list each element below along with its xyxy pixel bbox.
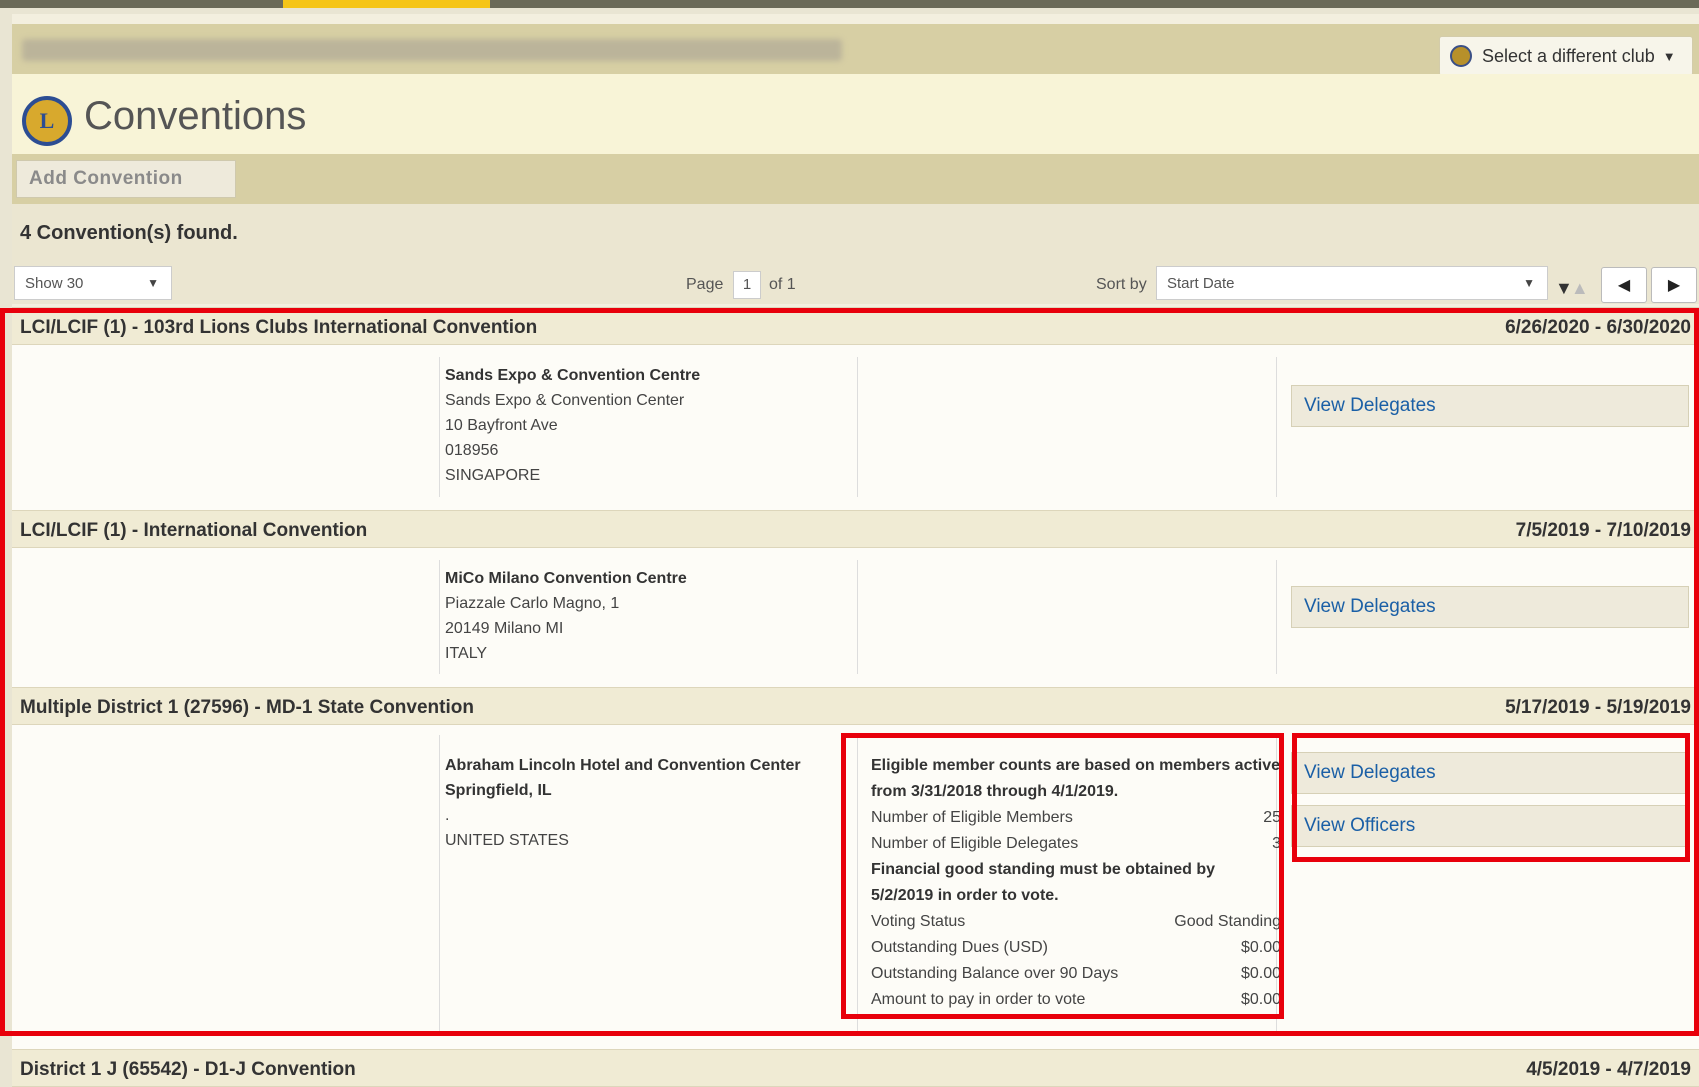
top-accent-bar [0,0,1699,8]
standing-note: Financial good standing must be obtained… [871,861,1216,904]
venue-city: Springfield, IL [445,782,552,799]
view-officers-button[interactable]: View Officers [1291,805,1689,847]
club-name-redacted [22,39,842,61]
eligibility-value: Good Standing [1174,913,1281,930]
eligibility-note: Eligible member counts are based on memb… [871,757,1281,800]
column-divider [857,560,858,674]
view-delegates-button[interactable]: View Delegates [1291,586,1689,628]
convention-header: LCI/LCIF (1) - International Convention … [12,510,1699,548]
address-line: 10 Bayfront Ave [445,417,558,434]
column-divider [857,735,858,1033]
address-line: Piazzale Carlo Magno, 1 [445,595,620,612]
sort-desc-icon[interactable]: ▼▲ [1555,278,1589,299]
next-page-icon: ▶ [1667,277,1681,294]
view-delegates-button[interactable]: View Delegates [1291,752,1689,794]
eligibility-value: $0.00 [1240,991,1281,1008]
venue-address: MiCo Milano Convention Centre Piazzale C… [445,566,687,666]
eligibility-label: Outstanding Dues (USD) [871,939,1048,956]
chevron-down-icon: ▼ [147,276,159,290]
select-club-label: Select a different club [1482,45,1655,66]
venue-name: Abraham Lincoln Hotel and Convention Cen… [445,757,801,774]
eligibility-value: $0.00 [1240,939,1281,956]
eligibility-label: Outstanding Balance over 90 Days [871,965,1119,982]
convention-header: District 1 J (65542) - D1-J Convention 4… [12,1049,1699,1087]
convention-header: LCI/LCIF (1) - 103rd Lions Clubs Interna… [12,307,1699,345]
lions-emblem-icon [1450,45,1472,67]
chevron-down-icon: ▼ [1662,48,1676,64]
page-number-input[interactable]: 1 [733,271,761,299]
address-line: 018956 [445,442,499,459]
column-divider [439,357,440,497]
active-nav-tab-indicator [283,0,490,8]
convention-details: MiCo Milano Convention Centre Piazzale C… [12,548,1699,687]
prev-page-icon: ◀ [1617,277,1631,294]
convention-name: LCI/LCIF (1) - 103rd Lions Clubs Interna… [20,317,538,338]
eligibility-row: Amount to pay in order to vote $0.00 [871,987,1281,1013]
eligibility-label: Number of Eligible Members [871,809,1073,826]
eligibility-label: Amount to pay in order to vote [871,991,1086,1008]
address-line: SINGAPORE [445,467,541,484]
convention-dates: 4/5/2019 - 4/7/2019 [1526,1059,1691,1080]
eligibility-value: 25 [1263,809,1281,826]
eligibility-label: Voting Status [871,913,966,930]
view-delegates-button[interactable]: View Delegates [1291,385,1689,427]
sort-select[interactable]: Start Date ▼ [1156,266,1548,300]
select-club-button[interactable]: Select a different club ▼ [1439,36,1693,76]
results-count-bar: 4 Convention(s) found. [12,204,1699,255]
address-line: . [445,807,450,824]
eligibility-row: Outstanding Balance over 90 Days $0.00 [871,961,1281,987]
title-bar: L Conventions [12,74,1699,154]
convention-dates: 6/26/2020 - 6/30/2020 [1505,317,1691,338]
convention-details: Sands Expo & Convention Centre Sands Exp… [12,345,1699,510]
column-divider [857,357,858,497]
eligibility-row: Outstanding Dues (USD) $0.00 [871,935,1281,961]
pager-bar: Show 30 ▼ Page 1 of 1 Sort by Start Date… [12,254,1699,304]
venue-name: Sands Expo & Convention Centre [445,367,701,384]
page-title: Conventions [84,94,307,138]
club-bar: Select a different club ▼ [12,24,1699,76]
eligibility-label: Number of Eligible Delegates [871,835,1079,852]
sort-select-value: Start Date [1167,274,1235,292]
eligibility-row: Number of Eligible Delegates 3 [871,831,1281,857]
eligibility-value: 3 [1272,835,1281,852]
page-size-select[interactable]: Show 30 ▼ [14,266,172,300]
eligibility-panel: Eligible member counts are based on memb… [871,753,1281,1013]
sort-by-label: Sort by [1096,276,1147,293]
column-divider [439,560,440,674]
page-container: Select a different club ▼ L Conventions … [12,14,1699,1087]
address-line: ITALY [445,645,488,662]
action-bar: Add Convention [12,154,1699,204]
next-page-button[interactable]: ▶ [1651,267,1697,303]
eligibility-row: Number of Eligible Members 25 [871,805,1281,831]
prev-page-button[interactable]: ◀ [1601,267,1647,303]
address-line: UNITED STATES [445,832,569,849]
convention-name: District 1 J (65542) - D1-J Convention [20,1059,356,1080]
chevron-down-icon: ▼ [1523,276,1535,290]
page-of-label: of 1 [769,276,796,293]
venue-address: Abraham Lincoln Hotel and Convention Cen… [445,753,801,853]
convention-details: Abraham Lincoln Hotel and Convention Cen… [12,725,1699,1049]
lions-emblem-icon: L [22,96,72,146]
column-divider [1276,357,1277,497]
convention-dates: 5/17/2019 - 5/19/2019 [1505,697,1691,718]
convention-name: Multiple District 1 (27596) - MD-1 State… [20,697,474,718]
column-divider [439,735,440,1033]
convention-header: Multiple District 1 (27596) - MD-1 State… [12,687,1699,725]
venue-address: Sands Expo & Convention Centre Sands Exp… [445,363,700,488]
results-count: 4 Convention(s) found. [20,222,238,244]
add-convention-button[interactable]: Add Convention [16,160,236,198]
page-label: Page [686,276,724,293]
convention-name: LCI/LCIF (1) - International Convention [20,520,368,541]
address-line: 20149 Milano MI [445,620,564,637]
convention-dates: 7/5/2019 - 7/10/2019 [1515,520,1691,541]
eligibility-row: Voting Status Good Standing [871,909,1281,935]
venue-name: MiCo Milano Convention Centre [445,570,687,587]
address-line: Sands Expo & Convention Center [445,392,685,409]
page-size-value: Show 30 [25,274,84,292]
eligibility-value: $0.00 [1240,965,1281,982]
column-divider [1276,560,1277,674]
